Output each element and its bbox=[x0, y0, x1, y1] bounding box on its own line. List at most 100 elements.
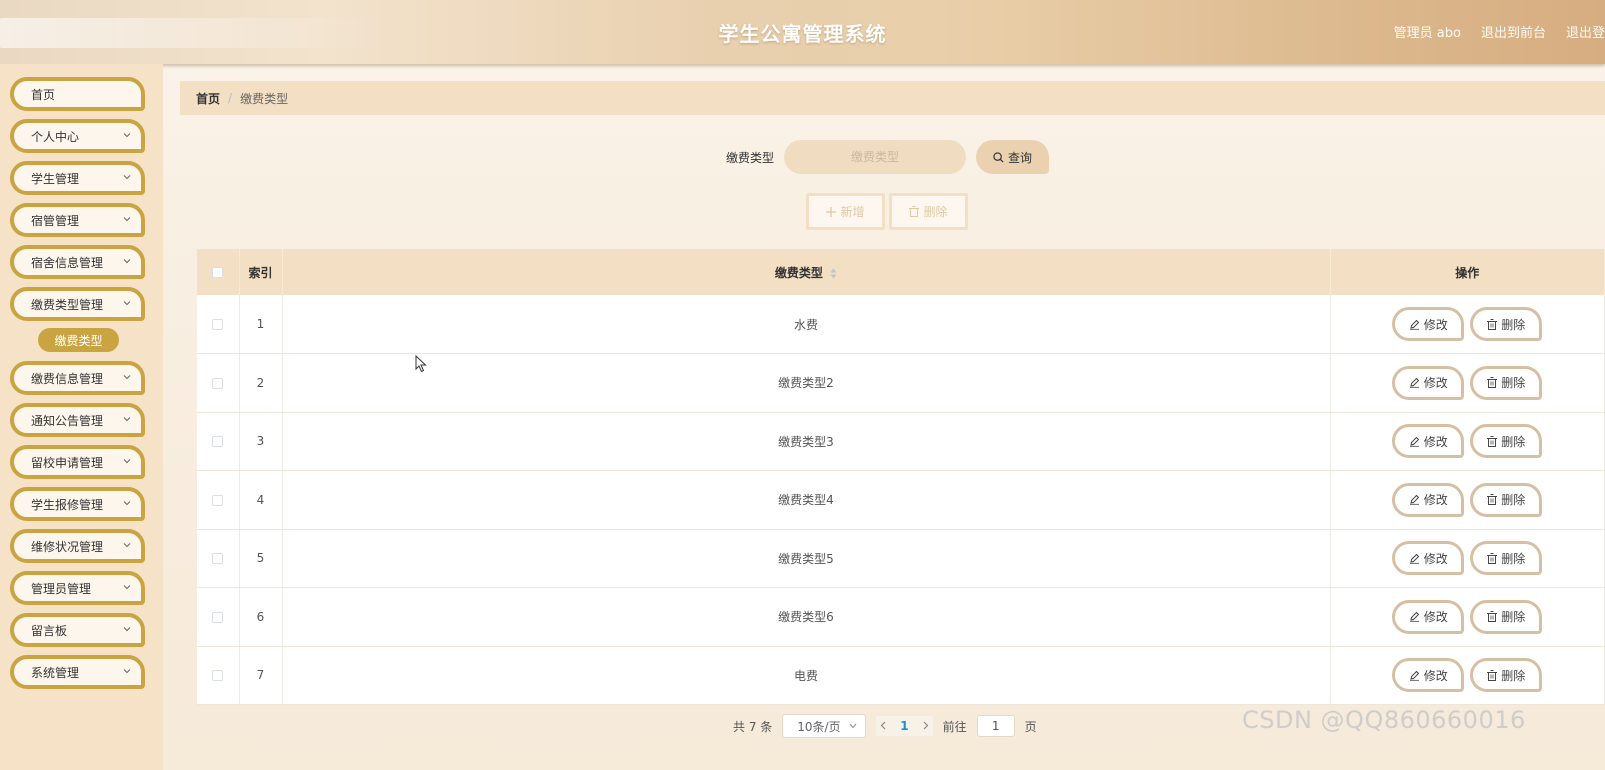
chevron-down-icon bbox=[849, 723, 857, 729]
chevron-down-icon bbox=[123, 175, 131, 180]
chevron-down-icon bbox=[123, 585, 131, 590]
row-fee-type: 缴费类型4 bbox=[282, 470, 1331, 530]
chevron-down-icon bbox=[123, 375, 131, 380]
add-button-label: 新增 bbox=[840, 205, 865, 219]
sidebar-item[interactable]: 维修状况管理 bbox=[10, 529, 145, 563]
row-index: 7 bbox=[239, 646, 283, 705]
sidebar-item[interactable]: 留言板 bbox=[10, 613, 145, 647]
ops-column-header: 操作 bbox=[1330, 249, 1605, 295]
goto-page-input[interactable] bbox=[976, 715, 1015, 737]
current-user-label[interactable]: 管理员 abo bbox=[1394, 22, 1461, 41]
row-checkbox[interactable] bbox=[212, 553, 224, 565]
delete-button[interactable]: 删除 bbox=[1470, 541, 1543, 576]
breadcrumb-home[interactable]: 首页 bbox=[196, 90, 220, 107]
page-number-1[interactable]: 1 bbox=[900, 719, 908, 733]
row-checkbox[interactable] bbox=[212, 494, 224, 506]
plus-icon bbox=[826, 206, 837, 217]
edit-icon bbox=[1409, 319, 1419, 330]
row-select-cell bbox=[197, 529, 240, 588]
sidebar-item[interactable]: 学生管理 bbox=[10, 161, 145, 195]
sidebar-item[interactable]: 缴费类型管理 bbox=[10, 287, 145, 321]
trash-icon bbox=[1487, 669, 1498, 681]
delete-button[interactable]: 删除 bbox=[1470, 365, 1543, 400]
row-checkbox[interactable] bbox=[212, 611, 224, 623]
page-size-value: 10条/页 bbox=[797, 719, 841, 734]
sidebar-subitem-active[interactable]: 缴费类型 bbox=[38, 328, 119, 352]
row-ops-cell: 修改 删除 bbox=[1330, 470, 1605, 530]
chevron-down-icon bbox=[123, 669, 131, 674]
sort-icon[interactable] bbox=[830, 268, 837, 279]
edit-button[interactable]: 修改 bbox=[1392, 599, 1465, 634]
row-select-cell bbox=[197, 646, 240, 705]
row-fee-type: 缴费类型2 bbox=[282, 353, 1331, 413]
delete-button[interactable]: 删除 bbox=[1470, 307, 1543, 341]
sidebar-item[interactable]: 缴费信息管理 bbox=[10, 361, 145, 395]
sidebar-item[interactable]: 首页 bbox=[10, 77, 145, 111]
delete-button[interactable]: 删除 bbox=[1470, 424, 1543, 459]
sidebar-item[interactable]: 个人中心 bbox=[10, 119, 145, 153]
sidebar-item-label: 通知公告管理 bbox=[31, 413, 104, 428]
trash-icon bbox=[1487, 377, 1498, 389]
row-select-cell bbox=[197, 470, 240, 530]
search-icon bbox=[993, 151, 1004, 163]
logout-link[interactable]: 退出登 bbox=[1566, 22, 1605, 41]
next-page-button[interactable] bbox=[923, 719, 929, 733]
row-select-cell bbox=[197, 295, 240, 354]
sidebar-item-label: 系统管理 bbox=[31, 665, 80, 680]
sidebar-item[interactable]: 留校申请管理 bbox=[10, 445, 145, 479]
edit-button[interactable]: 修改 bbox=[1392, 482, 1465, 517]
pagination: 共 7 条 10条/页 1 前往 页 bbox=[733, 714, 1037, 738]
edit-button[interactable]: 修改 bbox=[1392, 365, 1465, 400]
delete-button-label: 删除 bbox=[1501, 551, 1526, 566]
delete-button[interactable]: 删除 bbox=[1470, 482, 1543, 517]
search-input[interactable] bbox=[784, 140, 967, 174]
delete-button-label: 删除 bbox=[1501, 668, 1526, 683]
sidebar-item[interactable]: 通知公告管理 bbox=[10, 403, 145, 437]
breadcrumb-current: 缴费类型 bbox=[240, 91, 289, 106]
delete-button-label: 删除 bbox=[1501, 376, 1526, 391]
edit-button-label: 修改 bbox=[1423, 610, 1448, 625]
chevron-down-icon bbox=[123, 301, 131, 306]
row-checkbox[interactable] bbox=[212, 670, 224, 682]
page-size-select[interactable]: 10条/页 bbox=[782, 714, 867, 738]
prev-page-button[interactable] bbox=[880, 719, 886, 733]
chevron-down-icon bbox=[123, 133, 131, 138]
trash-icon bbox=[1487, 494, 1498, 506]
back-to-front-link[interactable]: 退出到前台 bbox=[1481, 22, 1546, 41]
add-button[interactable]: 新增 bbox=[806, 193, 885, 230]
row-select-cell bbox=[197, 353, 240, 413]
edit-button[interactable]: 修改 bbox=[1392, 658, 1465, 693]
row-checkbox[interactable] bbox=[212, 377, 224, 389]
table-header-row: 索引 缴费类型 操作 bbox=[197, 249, 1605, 295]
select-all-checkbox[interactable] bbox=[212, 267, 224, 278]
chevron-down-icon bbox=[123, 259, 131, 264]
edit-button[interactable]: 修改 bbox=[1392, 424, 1465, 459]
table-row: 4 缴费类型4 修改 删除 bbox=[197, 470, 1605, 530]
row-checkbox[interactable] bbox=[212, 436, 224, 448]
edit-icon bbox=[1409, 495, 1419, 505]
sidebar-item[interactable]: 管理员管理 bbox=[10, 571, 145, 605]
edit-button[interactable]: 修改 bbox=[1392, 541, 1465, 576]
sidebar-item[interactable]: 宿舍信息管理 bbox=[10, 245, 145, 279]
total-count: 共 7 条 bbox=[733, 719, 773, 734]
header-links: 管理员 abo 退出到前台 退出登 bbox=[1394, 22, 1605, 41]
sidebar-item-label: 个人中心 bbox=[31, 129, 80, 144]
main-content: 首页 / 缴费类型 缴费类型 查询 新增 删除 索引 缴费类型 bbox=[163, 64, 1605, 770]
row-index: 6 bbox=[239, 587, 283, 647]
goto-prefix: 前往 bbox=[942, 719, 967, 734]
query-button[interactable]: 查询 bbox=[976, 140, 1050, 174]
row-checkbox[interactable] bbox=[212, 319, 224, 330]
row-index: 1 bbox=[239, 295, 283, 354]
chevron-down-icon bbox=[123, 501, 131, 506]
edit-button-label: 修改 bbox=[1423, 434, 1448, 449]
delete-button[interactable]: 删除 bbox=[1470, 599, 1543, 634]
sidebar-item[interactable]: 宿管管理 bbox=[10, 203, 145, 237]
row-ops-cell: 修改 删除 bbox=[1330, 295, 1605, 354]
delete-button[interactable]: 删除 bbox=[1470, 658, 1543, 693]
sidebar-item[interactable]: 学生报修管理 bbox=[10, 487, 145, 521]
row-index: 4 bbox=[239, 470, 283, 530]
sidebar-item[interactable]: 系统管理 bbox=[10, 655, 145, 689]
batch-delete-button[interactable]: 删除 bbox=[889, 193, 968, 230]
edit-button[interactable]: 修改 bbox=[1392, 307, 1465, 341]
type-column-header[interactable]: 缴费类型 bbox=[282, 249, 1331, 295]
